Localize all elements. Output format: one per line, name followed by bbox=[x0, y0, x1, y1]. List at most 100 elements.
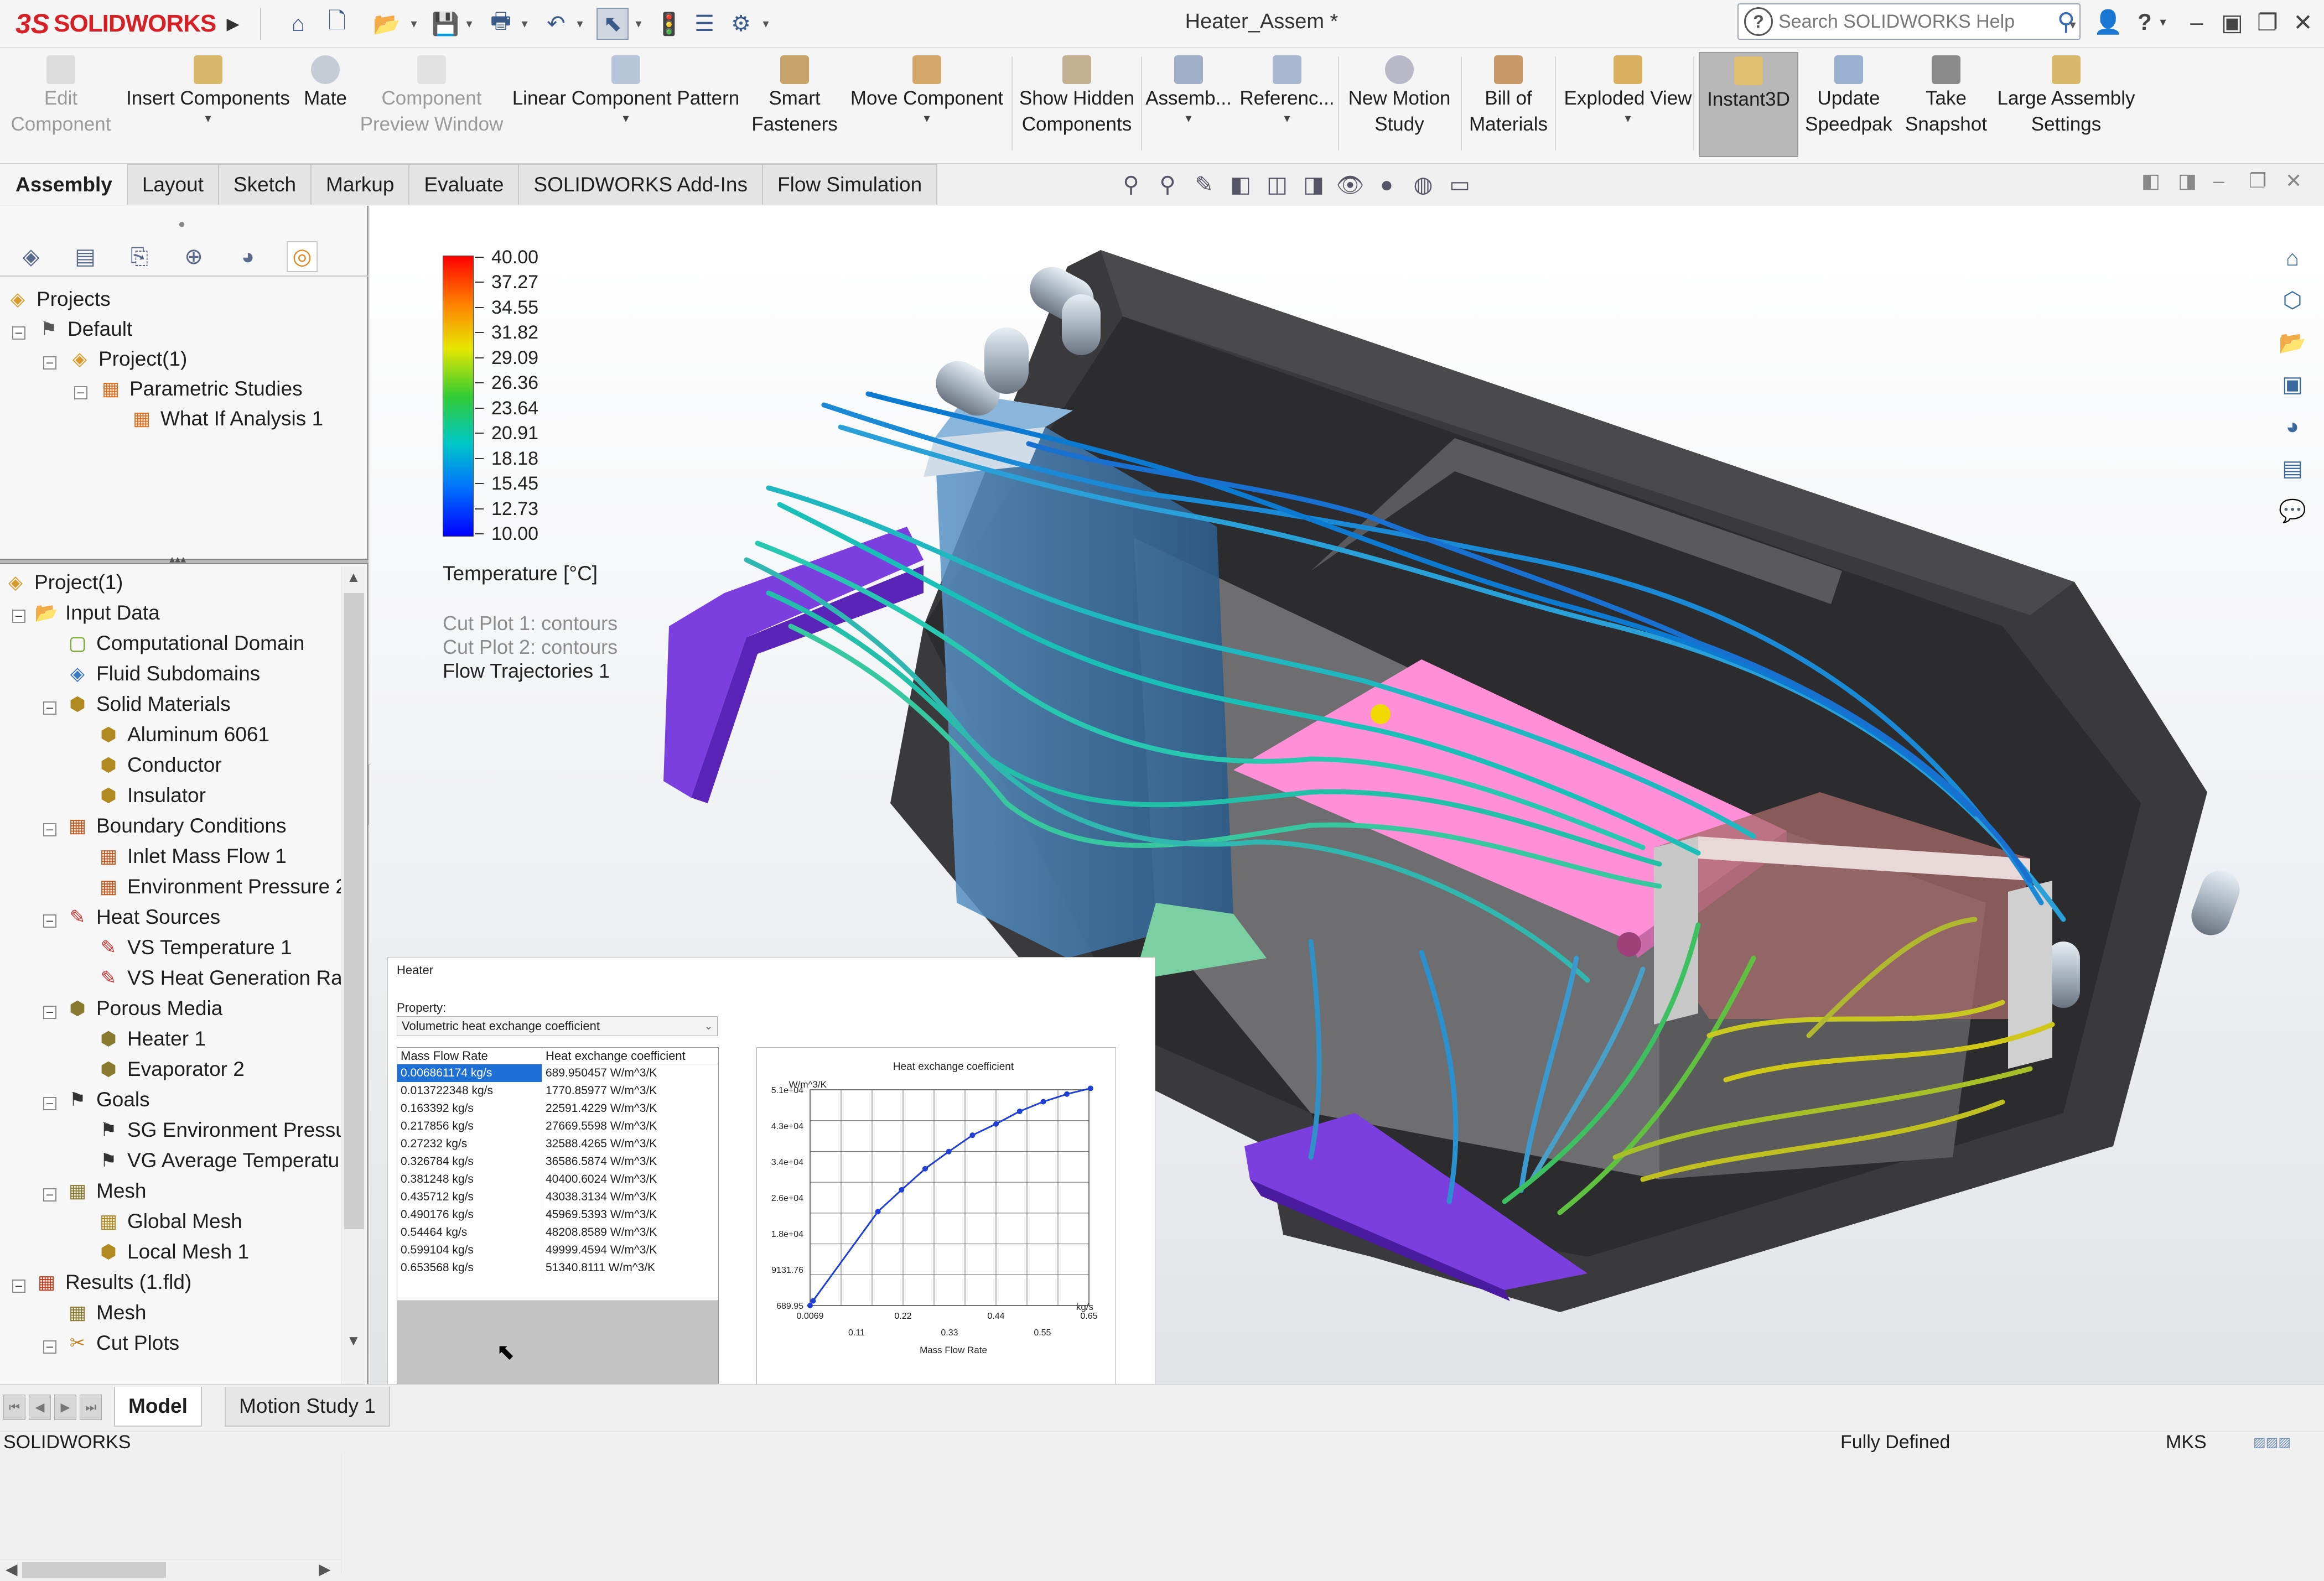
chevron-down-icon[interactable]: ▾ bbox=[1625, 111, 1631, 126]
table-cell[interactable]: 0.54464 kg/s bbox=[397, 1224, 542, 1241]
select-dropdown-icon[interactable]: ▾ bbox=[632, 8, 645, 40]
flow-simulation-tab-icon[interactable]: ◎ bbox=[287, 241, 318, 272]
user-icon[interactable]: 👤 bbox=[2092, 6, 2125, 39]
tree-item-heat-sources[interactable]: ✎ Heat Sources bbox=[65, 902, 220, 932]
forum-icon[interactable]: 💬 bbox=[2278, 496, 2307, 526]
close-icon[interactable]: ✕ bbox=[2286, 6, 2320, 39]
tree-item-sg-environment-pressure[interactable]: ⚑ SG Environment Pressu bbox=[96, 1115, 347, 1145]
linear-component-pattern-button[interactable]: Linear Component Pattern ▾ bbox=[507, 52, 745, 157]
collapse-icon[interactable]: – bbox=[74, 386, 87, 399]
hide-show-items-icon[interactable]: 👁 bbox=[1336, 171, 1365, 198]
tree-item-cut-plots[interactable]: ✂ Cut Plots bbox=[65, 1328, 179, 1358]
file-properties-icon[interactable]: ☰ bbox=[688, 8, 720, 40]
scrollbar-thumb[interactable] bbox=[344, 593, 364, 1229]
table-cell[interactable]: 51340.8111 W/m^3/K bbox=[542, 1259, 718, 1277]
panel-grip-icon[interactable]: ● bbox=[178, 217, 185, 231]
table-cell[interactable]: 32588.4265 W/m^3/K bbox=[542, 1135, 718, 1153]
splitter-grip-icon[interactable]: ▴▴▴ bbox=[169, 552, 186, 566]
tree-item-mesh[interactable]: ▦ Mesh bbox=[65, 1176, 147, 1206]
design-library-icon[interactable]: ⬡ bbox=[2278, 285, 2307, 315]
first-tab-icon[interactable]: ⏮ bbox=[3, 1395, 25, 1420]
collapse-icon[interactable]: – bbox=[12, 326, 25, 340]
new-document-icon[interactable]: 🗋 bbox=[321, 8, 353, 40]
scroll-up-icon[interactable]: ▲ bbox=[346, 569, 361, 586]
zoom-to-area-icon[interactable]: ⚲ bbox=[1154, 171, 1181, 198]
tree-item-global-mesh[interactable]: ▦ Global Mesh bbox=[96, 1206, 242, 1236]
property-select[interactable]: Volumetric heat exchange coefficient ⌄ bbox=[397, 1016, 718, 1036]
table-cell[interactable]: 22591.4229 W/m^3/K bbox=[542, 1100, 718, 1117]
table-row[interactable]: 0.490176 kg/s 45969.5393 W/m^3/K bbox=[397, 1206, 718, 1224]
tree-item-project-1[interactable]: ◈ Project(1) bbox=[68, 344, 187, 374]
table-cell[interactable]: 0.435712 kg/s bbox=[397, 1188, 542, 1206]
collapse-icon[interactable]: – bbox=[43, 914, 56, 928]
table-row[interactable]: 0.013722348 kg/s 1770.85977 W/m^3/K bbox=[397, 1082, 718, 1100]
table-cell[interactable]: 0.381248 kg/s bbox=[397, 1171, 542, 1188]
display-style-icon[interactable]: ◨ bbox=[1300, 171, 1327, 198]
custom-properties-icon[interactable]: ▤ bbox=[2278, 454, 2307, 483]
previous-tab-icon[interactable]: ◀ bbox=[29, 1395, 51, 1420]
exploded-view-button[interactable]: Exploded View ▾ bbox=[1558, 52, 1698, 157]
edit-appearance-icon[interactable]: ● bbox=[1373, 171, 1400, 198]
table-row[interactable]: 0.54464 kg/s 48208.8589 W/m^3/K bbox=[397, 1224, 718, 1241]
scroll-left-icon[interactable]: ◀ bbox=[6, 1560, 18, 1578]
tree-item-results-mesh[interactable]: ▦ Mesh bbox=[65, 1298, 147, 1328]
table-cell[interactable]: 0.490176 kg/s bbox=[397, 1206, 542, 1224]
tree-item-conductor[interactable]: ⬢ Conductor bbox=[96, 750, 222, 780]
tree-item-vg-average-temperature[interactable]: ⚑ VG Average Temperatu bbox=[96, 1146, 340, 1176]
update-speedpak-button[interactable]: Update Speedpak bbox=[1802, 52, 1896, 157]
table-cell[interactable]: 45969.5393 W/m^3/K bbox=[542, 1206, 718, 1224]
tab-assembly[interactable]: Assembly bbox=[0, 164, 128, 205]
configuration-manager-tab-icon[interactable]: ⎘ bbox=[124, 241, 155, 272]
tree-item-projects[interactable]: ◈ Projects bbox=[6, 284, 111, 314]
feature-manager-tab-icon[interactable]: ◈ bbox=[15, 241, 46, 272]
show-hidden-components-button[interactable]: Show Hidden Components bbox=[1016, 52, 1138, 157]
tree-item-project-root[interactable]: ◈ Project(1) bbox=[3, 568, 123, 597]
rebuild-icon[interactable]: 🚦 bbox=[653, 8, 685, 40]
scroll-down-icon[interactable]: ▼ bbox=[346, 1332, 361, 1349]
tab-evaluate[interactable]: Evaluate bbox=[408, 164, 520, 205]
table-row[interactable]: 0.435712 kg/s 43038.3134 W/m^3/K bbox=[397, 1188, 718, 1206]
zoom-to-fit-icon[interactable]: ⚲ bbox=[1118, 171, 1144, 198]
tree-item-heater-1[interactable]: ⬢ Heater 1 bbox=[96, 1024, 206, 1054]
collapse-icon[interactable]: – bbox=[43, 1340, 56, 1354]
print-icon[interactable]: 🖶 bbox=[485, 8, 517, 40]
table-cell[interactable]: 0.217856 kg/s bbox=[397, 1117, 542, 1135]
minimize-icon[interactable]: – bbox=[2180, 6, 2213, 39]
table-cell[interactable]: 0.326784 kg/s bbox=[397, 1153, 542, 1171]
table-cell[interactable]: 40400.6024 W/m^3/K bbox=[542, 1171, 718, 1188]
tab-sketch[interactable]: Sketch bbox=[217, 164, 312, 205]
tree-item-results[interactable]: ▦ Results (1.fld) bbox=[34, 1267, 191, 1297]
previous-view-icon[interactable]: ✎ bbox=[1191, 171, 1217, 198]
table-row[interactable]: 0.381248 kg/s 40400.6024 W/m^3/K bbox=[397, 1171, 718, 1188]
last-tab-icon[interactable]: ⏭ bbox=[80, 1395, 102, 1420]
tree-item-default[interactable]: ⚑ Default bbox=[37, 314, 132, 344]
new-motion-study-button[interactable]: New Motion Study bbox=[1340, 52, 1459, 157]
table-row[interactable]: 0.006861174 kg/s 689.950457 W/m^3/K bbox=[397, 1064, 718, 1082]
solidworks-logo[interactable]: 3S SOLIDWORKS bbox=[15, 6, 216, 42]
tab-solidworks-add-ins[interactable]: SOLIDWORKS Add-Ins bbox=[518, 164, 763, 205]
instant3d-button[interactable]: Instant3D bbox=[1699, 52, 1798, 157]
bill-of-materials-button[interactable]: Bill of Materials bbox=[1464, 52, 1553, 157]
home-icon[interactable]: ⌂ bbox=[282, 8, 314, 40]
search-help-box[interactable]: ? Search SOLIDWORKS Help ⚲ bbox=[1737, 3, 2081, 40]
save-dropdown-icon[interactable]: ▾ bbox=[463, 8, 476, 40]
tree-item-insulator[interactable]: ⬢ Insulator bbox=[96, 781, 206, 810]
restore-icon[interactable]: ▣ bbox=[2216, 6, 2249, 39]
tree-item-vs-temperature[interactable]: ✎ VS Temperature 1 bbox=[96, 933, 292, 963]
smart-fasteners-button[interactable]: Smart Fasteners bbox=[750, 52, 839, 157]
chevron-down-icon[interactable]: ▾ bbox=[622, 111, 629, 126]
table-cell[interactable]: 43038.3134 W/m^3/K bbox=[542, 1188, 718, 1206]
table-cell[interactable]: 49999.4594 W/m^3/K bbox=[542, 1241, 718, 1259]
menu-expand-icon[interactable]: ▶ bbox=[217, 8, 249, 40]
window-tile-icon[interactable]: ❐ bbox=[2251, 6, 2284, 39]
options-dropdown-icon[interactable]: ▾ bbox=[759, 8, 772, 40]
reference-geometry-button[interactable]: Referenc... ▾ bbox=[1237, 52, 1337, 157]
move-component-button[interactable]: Move Component ▾ bbox=[841, 52, 1013, 157]
tree-item-boundary-conditions[interactable]: ▦ Boundary Conditions bbox=[65, 811, 287, 841]
table-row[interactable]: 0.326784 kg/s 36586.5874 W/m^3/K bbox=[397, 1153, 718, 1171]
collapse-icon[interactable]: – bbox=[43, 701, 56, 715]
table-cell[interactable]: 0.27232 kg/s bbox=[397, 1135, 542, 1153]
table-row[interactable]: 0.27232 kg/s 32588.4265 W/m^3/K bbox=[397, 1135, 718, 1153]
view-settings-icon[interactable]: ▭ bbox=[1446, 171, 1473, 198]
undo-dropdown-icon[interactable]: ▾ bbox=[573, 8, 587, 40]
